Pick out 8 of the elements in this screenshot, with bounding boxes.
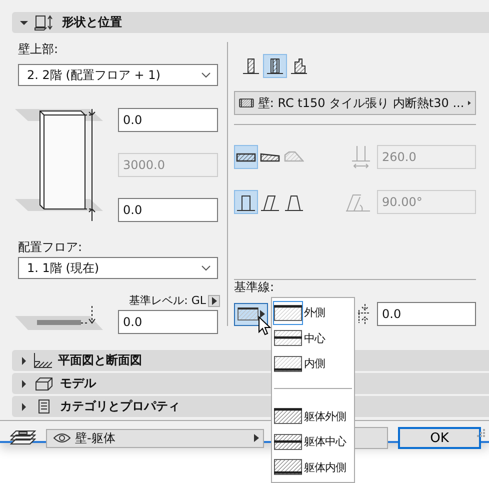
reference-level-label: 基準レベル: GL [129,293,206,308]
field-label: 配置フロア: [18,240,82,254]
section-title: カテゴリとプロパティ [60,398,180,415]
reference-line-label: 基準線: [234,280,274,294]
section-title: 形状と位置 [62,14,122,31]
field-label: 壁上部: [18,42,58,56]
section-title: モデル [60,375,96,392]
section-title: 平面図と断面図 [58,352,142,369]
